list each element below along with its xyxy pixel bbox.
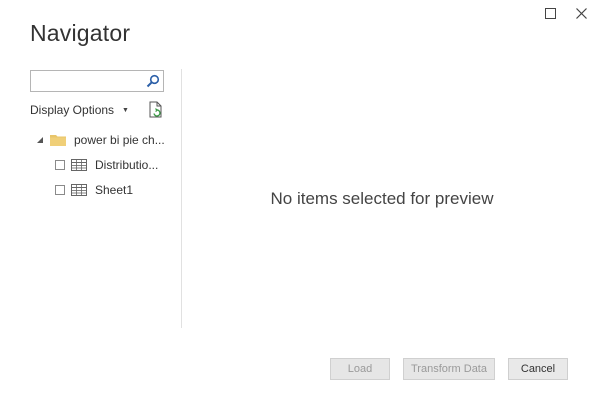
load-button[interactable]: Load (330, 358, 390, 380)
checkbox[interactable] (55, 160, 65, 170)
close-icon (575, 7, 587, 19)
chevron-down-icon: ▼ (122, 106, 129, 114)
page-title: Navigator (30, 20, 131, 46)
folder-icon (50, 135, 66, 146)
tree-item-label: Sheet1 (95, 183, 134, 197)
search-box[interactable] (30, 70, 164, 92)
tree-item-label: Distributio... (95, 158, 159, 172)
tree-item-distribution[interactable]: Distributio... (55, 156, 158, 174)
tree-root-folder[interactable]: power bi pie ch... (36, 131, 165, 149)
close-button[interactable] (572, 4, 590, 22)
transform-data-button[interactable]: Transform Data (403, 358, 495, 380)
maximize-button[interactable] (541, 4, 559, 22)
checkbox[interactable] (55, 185, 65, 195)
display-options-label: Display Options (30, 103, 115, 117)
tree-item-sheet1[interactable]: Sheet1 (55, 181, 133, 199)
search-icon[interactable] (146, 74, 160, 88)
preview-empty-message: No items selected for preview (270, 189, 494, 208)
expand-arrow-icon[interactable] (36, 136, 44, 144)
maximize-icon (544, 7, 556, 19)
cancel-button[interactable]: Cancel (508, 358, 568, 380)
display-options-dropdown[interactable]: Display Options ▼ (30, 103, 129, 117)
refresh-file-icon[interactable] (148, 101, 164, 119)
table-icon (71, 184, 87, 196)
tree-root-label: power bi pie ch... (74, 133, 165, 147)
search-input[interactable] (33, 72, 145, 90)
table-icon (71, 159, 87, 171)
